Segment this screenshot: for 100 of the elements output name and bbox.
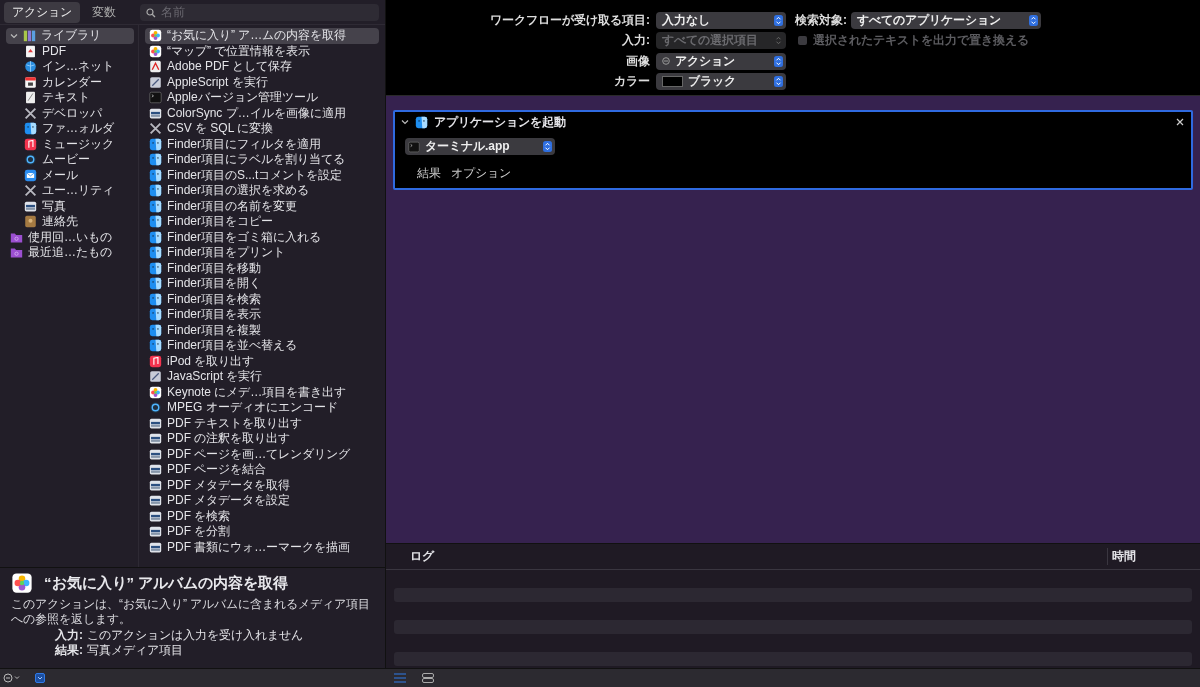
action-item[interactable]: Finder項目にラベルを割り当てる: [145, 152, 379, 168]
action-item[interactable]: iPod を取り出す: [145, 353, 379, 369]
action-item[interactable]: Finder項目のS...tコメントを設定: [145, 167, 379, 183]
library-item[interactable]: ミュージック: [6, 136, 134, 152]
crossed-tools-icon: [24, 184, 37, 198]
action-item[interactable]: Adobe PDF として保存: [145, 59, 379, 75]
script-icon: [149, 75, 162, 89]
library-item[interactable]: PDF: [6, 43, 134, 59]
action-item[interactable]: ColorSync プ…イルを画像に適用: [145, 105, 379, 121]
tab[interactable]: アクション: [4, 1, 80, 23]
face-icon: [149, 261, 162, 275]
disclosure-icon[interactable]: [401, 118, 409, 126]
face-icon: [149, 323, 162, 337]
image-icon: [24, 199, 37, 213]
image-icon: [149, 478, 162, 492]
action-item[interactable]: Appleバージョン管理ツール: [145, 90, 379, 106]
crossed-tools-icon: [24, 106, 37, 120]
setting-label: ワークフローが受け取る項目:: [489, 11, 651, 29]
action-title: アプリケーションを起動: [434, 113, 567, 131]
action-item[interactable]: PDF 書類にウォ…ーマークを描画: [145, 539, 379, 555]
face-icon: [149, 168, 162, 182]
envelope-icon: [24, 168, 37, 182]
library-item[interactable]: ファ…ォルダ: [6, 121, 134, 137]
tab[interactable]: 結果: [414, 163, 444, 184]
column-header: 時間: [1107, 548, 1200, 565]
action-item[interactable]: Finder項目を複製: [145, 322, 379, 338]
face-icon: [415, 115, 428, 129]
action-item[interactable]: PDF メタデータを取得: [145, 477, 379, 493]
tab[interactable]: オプション: [448, 163, 514, 184]
action-item[interactable]: PDF の注釈を取り出す: [145, 431, 379, 447]
stepper-icon: [774, 35, 783, 47]
action-item[interactable]: Finder項目を検索: [145, 291, 379, 307]
library-item[interactable]: イン…ネット: [6, 59, 134, 75]
image-icon: [149, 447, 162, 461]
action-item[interactable]: “マップ” で位置情報を表示: [145, 43, 379, 59]
library-item[interactable]: デベロッパ: [6, 105, 134, 121]
field-value: このアクションは入力を受け入れません: [87, 628, 304, 643]
image-icon: [149, 509, 162, 523]
image-icon: [149, 525, 162, 539]
stepper-icon: [774, 76, 783, 88]
stepper-icon: [774, 55, 783, 67]
face-icon: [149, 215, 162, 229]
image-icon: [149, 106, 162, 120]
description-toggle-icon[interactable]: [35, 673, 45, 683]
books-icon: [23, 29, 36, 43]
action-item[interactable]: Finder項目をゴミ箱に入れる: [145, 229, 379, 245]
description-title: “お気に入り” アルバムの内容を取得: [44, 573, 289, 593]
stepper-icon: [543, 141, 552, 152]
library-item[interactable]: 写真: [6, 198, 134, 214]
action-item[interactable]: CSV を SQL に変換: [145, 121, 379, 137]
library-item[interactable]: 使用回…いもの: [6, 229, 134, 245]
split-view-icon[interactable]: [422, 673, 434, 683]
library-item[interactable]: ライブラリ: [6, 28, 134, 44]
library-item[interactable]: ムービー: [6, 152, 134, 168]
action-item[interactable]: Finder項目を表示: [145, 307, 379, 323]
action-item[interactable]: PDF ページを結合: [145, 462, 379, 478]
document-icon: [24, 44, 37, 58]
action-item[interactable]: Finder項目をプリント: [145, 245, 379, 261]
action-card[interactable]: アプリケーションを起動 ターミナル.app 結果 オプション: [393, 110, 1193, 190]
face-icon: [149, 137, 162, 151]
popup-button[interactable]: 入力なし: [656, 11, 786, 29]
action-item[interactable]: PDF メタデータを設定: [145, 493, 379, 509]
action-item[interactable]: Finder項目を並べ替える: [145, 338, 379, 354]
popup-button[interactable]: ターミナル.app: [405, 138, 555, 155]
action-item[interactable]: PDF を分割: [145, 524, 379, 540]
face-icon: [149, 308, 162, 322]
action-item[interactable]: Finder項目をコピー: [145, 214, 379, 230]
popup-button[interactable]: すべてのアプリケーション: [851, 11, 1041, 29]
action-item[interactable]: Finder項目の名前を変更: [145, 198, 379, 214]
library-item[interactable]: カレンダー: [6, 74, 134, 90]
popup-button[interactable]: アクション: [656, 52, 786, 70]
library-item[interactable]: テキスト: [6, 90, 134, 106]
action-item[interactable]: AppleScript を実行: [145, 74, 379, 90]
tab[interactable]: 変数: [84, 1, 124, 23]
library-item[interactable]: ユー…リティ: [6, 183, 134, 199]
action-item[interactable]: Finder項目にフィルタを適用: [145, 136, 379, 152]
library-item[interactable]: メール: [6, 167, 134, 183]
disclosure-icon[interactable]: [10, 31, 18, 40]
action-item[interactable]: “お気に入り” ア…ムの内容を取得: [145, 28, 379, 44]
library-item[interactable]: 最近追…たもの: [6, 245, 134, 261]
face-icon: [149, 230, 162, 244]
action-item[interactable]: Finder項目を移動: [145, 260, 379, 276]
setting-label: 検索対象:: [794, 11, 848, 29]
face-icon: [149, 339, 162, 353]
action-item[interactable]: JavaScript を実行: [145, 369, 379, 385]
action-item[interactable]: Finder項目を開く: [145, 276, 379, 292]
library-item[interactable]: 連絡先: [6, 214, 134, 230]
document-icon: [149, 60, 162, 74]
close-icon[interactable]: [1176, 118, 1184, 126]
action-item[interactable]: Keynote にメデ…項目を書き出す: [145, 384, 379, 400]
globe-icon: [24, 60, 37, 74]
action-item[interactable]: PDF を検索: [145, 508, 379, 524]
popup-button[interactable]: ブラック: [656, 73, 786, 91]
description-text: このアクションは、“お気に入り” アルバムに含まれるメディア項目への参照を返します。: [11, 597, 372, 627]
folder-icon: [10, 230, 23, 244]
action-item[interactable]: MPEG オーディオにエンコード: [145, 400, 379, 416]
color-swatch: [662, 76, 683, 88]
action-item[interactable]: PDF テキストを取り出す: [145, 415, 379, 431]
action-item[interactable]: PDF ページを画…てレンダリング: [145, 446, 379, 462]
action-item[interactable]: Finder項目の選択を求める: [145, 183, 379, 199]
